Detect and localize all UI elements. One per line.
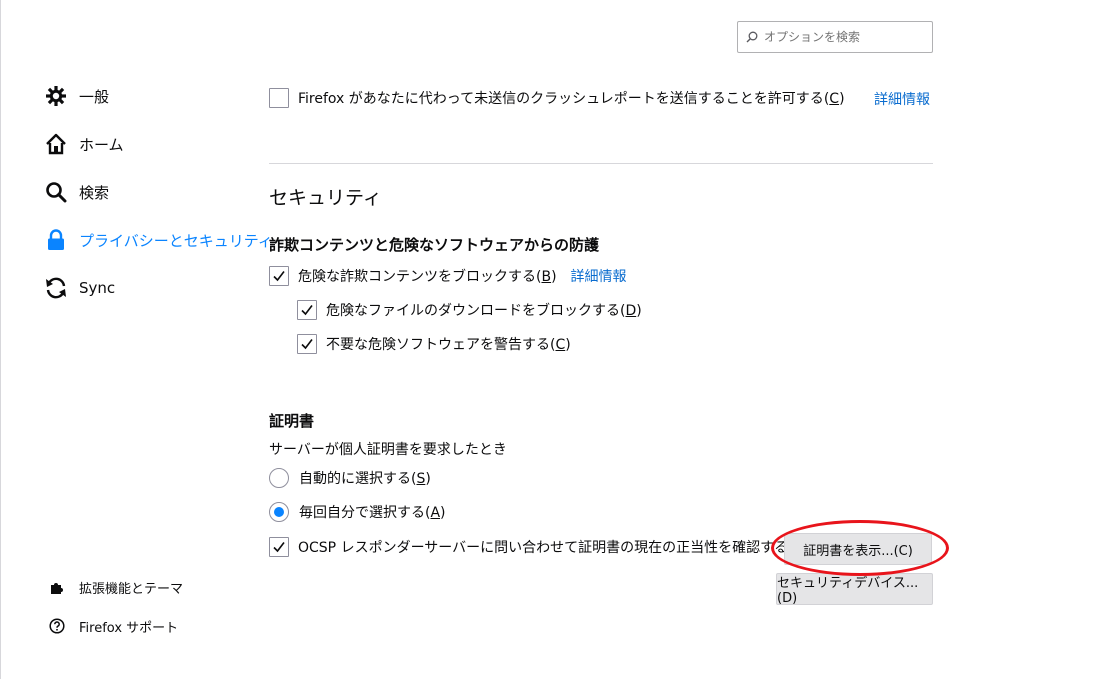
crash-report-label[interactable]: Firefox があなたに代わって未送信のクラッシュレポートを送信することを許可… — [298, 88, 845, 108]
warn-unwanted-option: 不要な危険ソフトウェアを警告する(C) — [297, 333, 571, 355]
sidebar-item-label: Firefox サポート — [79, 620, 179, 636]
crash-report-checkbox[interactable] — [269, 88, 289, 108]
sidebar-item-label: Sync — [79, 279, 116, 297]
gear-icon — [44, 84, 68, 108]
sidebar-item-label: 一般 — [79, 87, 110, 106]
sidebar-item-addons[interactable]: 拡張機能とテーマ — [48, 577, 183, 597]
sidebar-item-privacy[interactable]: プライバシーとセキュリティ — [44, 226, 273, 254]
auto-select-label[interactable]: 自動的に選択する(S) — [299, 468, 431, 488]
ask-every-time-radio[interactable] — [269, 502, 289, 522]
search-icon — [44, 180, 68, 204]
puzzle-icon — [48, 578, 66, 596]
radio-selected-dot — [274, 507, 284, 517]
sidebar-item-home[interactable]: ホーム — [44, 130, 124, 158]
sidebar-item-label: ホーム — [79, 135, 124, 154]
home-icon — [44, 132, 68, 156]
block-downloads-option: 危険なファイルのダウンロードをブロックする(D) — [297, 299, 642, 321]
ask-every-time-label[interactable]: 毎回自分で選択する(A) — [299, 502, 446, 522]
sidebar-item-label: 検索 — [79, 183, 110, 202]
deceptive-content-heading: 詐欺コンテンツと危険なソフトウェアからの防護 — [269, 236, 600, 254]
sidebar-item-label: プライバシーとセキュリティ — [79, 231, 273, 250]
warn-unwanted-label[interactable]: 不要な危険ソフトウェアを警告する(C) — [326, 334, 571, 354]
ask-every-time-option: 毎回自分で選択する(A) — [269, 501, 446, 523]
sidebar-item-label: 拡張機能とテーマ — [79, 581, 184, 597]
crash-report-learn-more-link[interactable]: 詳細情報 — [874, 89, 930, 109]
block-dangerous-option: 危険な詐欺コンテンツをブロックする(B) 詳細情報 — [269, 265, 627, 287]
block-downloads-checkbox[interactable] — [297, 300, 317, 320]
lock-icon — [44, 228, 68, 252]
window-border — [0, 0, 1, 679]
block-dangerous-checkbox[interactable] — [269, 266, 289, 286]
checkmark-icon — [273, 542, 285, 553]
sidebar-item-general[interactable]: 一般 — [44, 82, 109, 110]
sidebar-item-sync[interactable]: Sync — [44, 274, 115, 302]
view-certificates-button[interactable]: 証明書を表示...(C) — [784, 533, 932, 565]
block-downloads-label[interactable]: 危険なファイルのダウンロードをブロックする(D) — [326, 300, 642, 320]
sidebar-item-search[interactable]: 検索 — [44, 178, 109, 206]
auto-select-radio[interactable] — [269, 468, 289, 488]
sync-icon — [44, 276, 68, 300]
warn-unwanted-checkbox[interactable] — [297, 334, 317, 354]
search-icon — [746, 31, 758, 43]
ocsp-checkbox[interactable] — [269, 537, 289, 557]
certificates-heading: 証明書 — [269, 412, 315, 430]
deceptive-learn-more-link[interactable]: 詳細情報 — [571, 266, 627, 286]
search-box[interactable] — [737, 21, 933, 53]
crash-report-option: Firefox があなたに代わって未送信のクラッシュレポートを送信することを許可… — [269, 87, 845, 109]
ocsp-option: OCSP レスポンダーサーバーに問い合わせて証明書の現在の正当性を確認する(Q) — [269, 536, 810, 558]
help-icon — [48, 617, 66, 635]
sidebar-item-support[interactable]: Firefox サポート — [48, 616, 178, 636]
checkmark-icon — [273, 271, 285, 282]
search-input[interactable] — [764, 30, 924, 44]
checkmark-icon — [301, 305, 313, 316]
checkmark-icon — [301, 339, 313, 350]
section-divider — [269, 163, 933, 164]
block-dangerous-label[interactable]: 危険な詐欺コンテンツをブロックする(B) — [298, 266, 557, 286]
security-heading: セキュリティ — [269, 187, 382, 209]
auto-select-option: 自動的に選択する(S) — [269, 467, 431, 489]
certificates-prompt: サーバーが個人証明書を要求したとき — [269, 442, 507, 458]
security-devices-button[interactable]: セキュリティデバイス...(D) — [776, 573, 933, 606]
ocsp-label[interactable]: OCSP レスポンダーサーバーに問い合わせて証明書の現在の正当性を確認する(Q) — [298, 537, 810, 557]
